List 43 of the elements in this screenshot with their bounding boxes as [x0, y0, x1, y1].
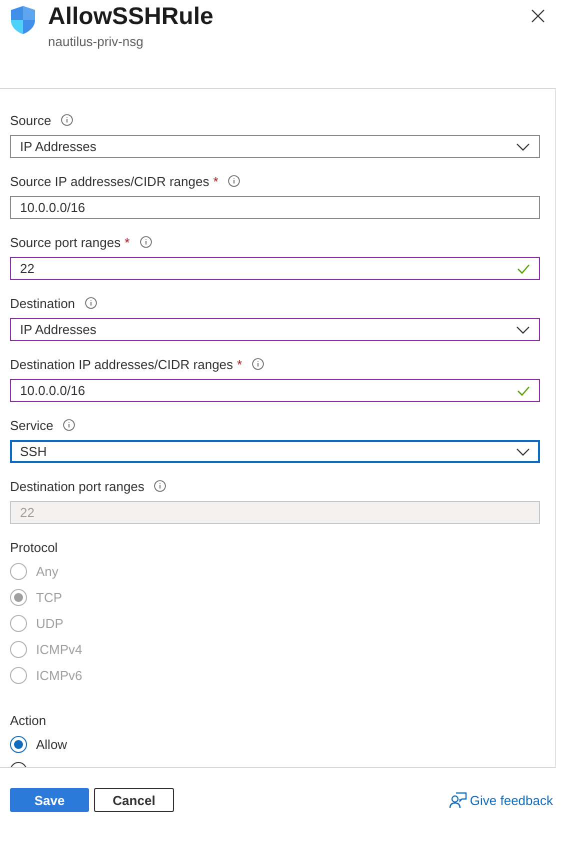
chevron-down-icon: [516, 448, 530, 456]
info-icon[interactable]: [140, 236, 152, 248]
field-label: Destination: [10, 296, 76, 310]
info-icon[interactable]: [63, 419, 76, 431]
group-label: Protocol: [10, 540, 58, 554]
feedback-link[interactable]: Give feedback: [448, 792, 553, 808]
radio-label: ICMPv4: [36, 642, 82, 657]
save-button[interactable]: Save: [10, 788, 89, 812]
radio-label: UDP: [36, 616, 64, 631]
panel-subtitle: nautilus-priv-nsg: [48, 34, 144, 49]
info-icon[interactable]: [252, 358, 264, 370]
field-label: Source port ranges: [10, 234, 121, 250]
required-asterisk: *: [124, 234, 130, 250]
required-asterisk: *: [237, 356, 242, 372]
field-label: Destination IP addresses/CIDR ranges: [10, 356, 234, 372]
radio-label: Allow: [36, 737, 68, 752]
input-field[interactable]: 22: [10, 257, 540, 280]
field-label: Destination port ranges: [10, 478, 144, 494]
dropdown[interactable]: IP Addresses: [10, 135, 540, 158]
field-label: Source IP addresses/CIDR ranges: [10, 174, 210, 188]
radio-label: ICMPv6: [36, 668, 82, 683]
input-field[interactable]: 10.0.0.0/16: [10, 196, 540, 219]
dropdown[interactable]: SSH: [10, 440, 540, 463]
info-icon[interactable]: [61, 114, 74, 126]
radio-label: TCP: [36, 590, 62, 605]
required-asterisk: *: [213, 174, 218, 188]
feedback-icon: [448, 792, 467, 808]
info-icon[interactable]: [85, 297, 98, 309]
radio-label: Any: [36, 564, 58, 579]
close-button[interactable]: [531, 9, 545, 23]
input-field[interactable]: 10.0.0.0/16: [10, 379, 540, 402]
chevron-down-icon: [516, 142, 530, 150]
group-label: Action: [10, 712, 46, 728]
radio-button[interactable]: [10, 736, 27, 753]
shield-icon: [10, 5, 36, 35]
field-label: Source: [10, 112, 52, 128]
dropdown[interactable]: IP Addresses: [10, 318, 540, 341]
panel-title: AllowSSHRule: [48, 3, 214, 31]
cancel-button[interactable]: Cancel: [94, 788, 174, 812]
info-icon[interactable]: [154, 480, 166, 492]
info-icon[interactable]: [228, 175, 240, 187]
field-label: Service: [10, 418, 54, 432]
chevron-down-icon: [516, 326, 530, 334]
